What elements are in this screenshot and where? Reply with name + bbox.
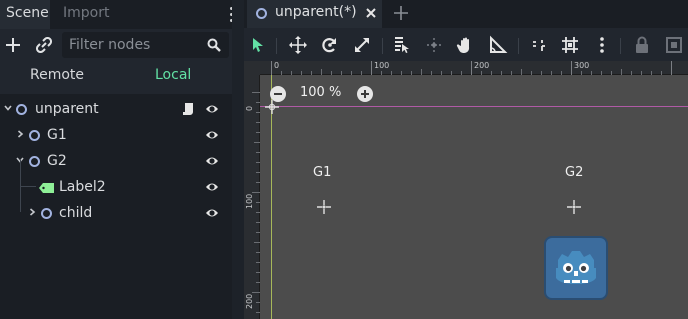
godot-robot-icon — [556, 251, 596, 284]
canvas-area[interactable]: 100 % G1 G2 — [260, 75, 688, 319]
node-pivot-icon[interactable] — [317, 200, 331, 214]
dock-splitter[interactable] — [232, 0, 244, 319]
local-button[interactable]: Local — [155, 62, 191, 88]
scale-tool-icon[interactable] — [352, 35, 372, 55]
ruler-corner — [244, 61, 260, 75]
toolbar-separator — [620, 38, 621, 54]
scene-tree: unparent G1 G2 Label2 child — [0, 94, 232, 319]
ruler-minor-ticks — [252, 92, 260, 313]
zoom-level[interactable]: 100 % — [300, 85, 341, 100]
scene-dock: Scene Import Remote Local — [0, 0, 238, 319]
tree-item-label: G2 — [47, 153, 67, 169]
plus-icon — [6, 38, 20, 52]
origin-pivot-icon — [265, 100, 279, 114]
vertical-ruler: 0 100 200 — [244, 61, 260, 319]
rotate-tool-icon[interactable] — [320, 35, 340, 55]
filter-nodes-input[interactable] — [62, 32, 202, 58]
scene-tab-title: unparent(*) — [275, 4, 357, 20]
grid-snap-icon[interactable] — [560, 35, 580, 55]
tree-item-label2[interactable]: Label2 — [0, 174, 232, 200]
scene-toolbar — [0, 29, 238, 61]
pivot-tool-icon[interactable] — [424, 35, 444, 55]
list-select-icon[interactable] — [392, 35, 412, 55]
node-ring-icon — [256, 8, 267, 19]
search-icon — [207, 38, 221, 52]
pan-tool-icon[interactable] — [456, 35, 476, 55]
tree-item-label: child — [59, 205, 93, 221]
zoom-in-button[interactable] — [357, 86, 373, 102]
filter-nodes-field[interactable] — [62, 32, 229, 58]
canvas-viewport[interactable]: 0 100 200 300 0 100 200 100 % G1 G2 — [244, 61, 688, 319]
tree-item-label: G1 — [47, 127, 67, 143]
move-tool-icon[interactable] — [288, 35, 308, 55]
more-options-icon[interactable] — [592, 35, 612, 55]
horizontal-ruler: 0 100 200 300 — [260, 61, 688, 75]
toolbar-separator — [382, 38, 383, 54]
tree-item-unparent[interactable]: unparent — [0, 96, 232, 122]
remote-button[interactable]: Remote — [30, 62, 84, 88]
visibility-eye-icon[interactable] — [205, 129, 219, 141]
visibility-eye-icon[interactable] — [205, 181, 219, 193]
visibility-eye-icon[interactable] — [205, 155, 219, 167]
chevron-down-icon[interactable] — [3, 103, 13, 113]
select-tool-icon[interactable] — [248, 35, 268, 55]
new-scene-tab-icon[interactable] — [392, 4, 410, 22]
node-label-g1: G1 — [313, 165, 332, 180]
node-ring-icon — [29, 130, 40, 141]
canvas-toolbar — [244, 29, 688, 61]
node-ring-icon — [16, 104, 27, 115]
script-icon[interactable] — [182, 102, 194, 116]
node-pivot-icon[interactable] — [567, 200, 581, 214]
toolbar-separator — [518, 38, 519, 54]
label-node-icon — [39, 183, 54, 193]
tree-item-label: unparent — [35, 101, 99, 117]
visibility-eye-icon[interactable] — [205, 103, 219, 115]
link-icon — [36, 37, 52, 53]
group-icon[interactable] — [664, 35, 684, 55]
tree-item-child[interactable]: child — [0, 200, 232, 226]
chevron-right-icon[interactable] — [15, 129, 25, 139]
zoom-out-button[interactable] — [270, 86, 286, 102]
canvas-editor: unparent(*) 0 100 200 300 0 100 200 100 … — [244, 0, 688, 319]
node-ring-icon — [41, 208, 52, 219]
add-node-button[interactable] — [1, 33, 25, 57]
dock-tab-bar: Scene Import — [0, 0, 238, 29]
tab-import[interactable]: Import — [57, 0, 115, 29]
scene-tab[interactable]: unparent(*) — [247, 0, 382, 28]
visibility-eye-icon[interactable] — [205, 207, 219, 219]
tree-item-g1[interactable]: G1 — [0, 122, 232, 148]
scene-tab-bar: unparent(*) — [244, 0, 688, 28]
x-axis-line — [260, 106, 688, 107]
chevron-right-icon[interactable] — [27, 207, 37, 217]
tab-scene[interactable]: Scene — [0, 0, 50, 29]
toolbar-separator — [276, 38, 277, 54]
godot-logo-sprite[interactable] — [544, 236, 608, 300]
close-icon[interactable] — [365, 6, 377, 20]
tree-item-label: Label2 — [59, 179, 106, 195]
lock-icon[interactable] — [632, 35, 652, 55]
instance-scene-button[interactable] — [32, 33, 56, 57]
node-label-g2: G2 — [565, 165, 584, 180]
smart-snap-icon[interactable] — [529, 35, 549, 55]
ruler-tool-icon[interactable] — [488, 35, 508, 55]
remote-local-switch: Remote Local — [0, 62, 238, 88]
